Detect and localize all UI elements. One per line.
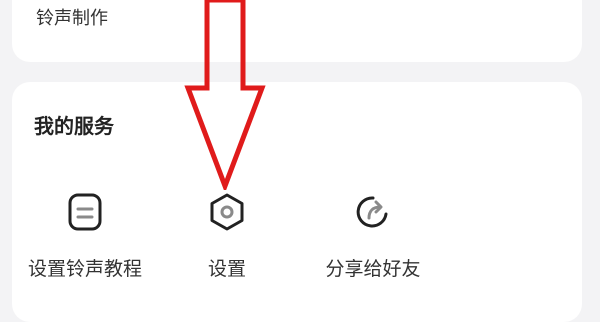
- services-title: 我的服务: [34, 114, 114, 138]
- ringtone-make-label[interactable]: 铃声制作: [36, 4, 108, 30]
- service-label: 分享给好友: [325, 258, 421, 280]
- hexagon-settings-icon: [210, 193, 244, 231]
- share-arrow-icon: [356, 196, 388, 228]
- service-item-share[interactable]: 分享给好友: [298, 192, 448, 281]
- service-item-ringtone-tutorial[interactable]: 设置铃声教程: [10, 192, 160, 281]
- tutorial-doc-icon: [68, 193, 102, 231]
- service-label: 设置铃声教程: [27, 258, 142, 280]
- service-item-settings[interactable]: 设置: [152, 192, 302, 281]
- service-label: 设置: [207, 258, 246, 280]
